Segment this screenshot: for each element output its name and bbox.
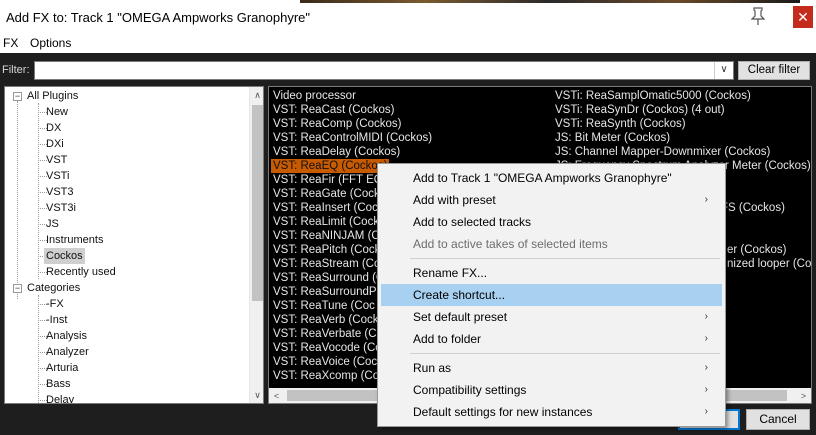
ctx-default-settings[interactable]: Default settings for new instances ›	[381, 401, 722, 423]
menu-fx[interactable]: FX	[3, 36, 18, 50]
tree-item-arturia[interactable]: Arturia	[46, 360, 78, 376]
tree-item-vst[interactable]: VST	[46, 152, 67, 168]
list-item[interactable]: VST: ReaLimit (Cock	[273, 215, 379, 229]
list-item[interactable]: VST: ReaCast (Cockos)	[273, 103, 394, 117]
list-item[interactable]: VST: ReaVoice (Cock	[273, 355, 383, 369]
list-item[interactable]: VST: ReaGate (Cocko	[273, 187, 386, 201]
menu-separator	[410, 258, 720, 259]
ctx-add-to-track[interactable]: Add to Track 1 "OMEGA Ampworks Granophyr…	[381, 167, 722, 189]
tree-scroll-thumb[interactable]	[252, 105, 263, 301]
title-bar: Add FX to: Track 1 "OMEGA Ampworks Grano…	[0, 0, 816, 33]
submenu-arrow-icon: ›	[704, 362, 708, 373]
collapse-all-plugins-icon[interactable]: −	[13, 92, 22, 101]
menu-separator	[410, 353, 720, 354]
tree-group-categories[interactable]: Categories	[27, 280, 80, 296]
ctx-set-default-preset[interactable]: Set default preset ›	[381, 306, 722, 328]
tree-item-dx[interactable]: DX	[46, 120, 61, 136]
tree-item-cockos[interactable]: Cockos	[44, 248, 85, 264]
submenu-arrow-icon: ›	[704, 333, 708, 344]
list-item[interactable]: VST: ReaXcomp (Coc	[273, 369, 385, 383]
close-button[interactable]: ✕	[793, 6, 813, 28]
cancel-button[interactable]: Cancel	[746, 409, 810, 430]
scroll-right-arrow-icon[interactable]: >	[796, 388, 811, 403]
ctx-add-to-active-takes: Add to active takes of selected items	[413, 237, 608, 251]
category-tree[interactable]: − All Plugins New DX DXi VST VSTi VST3 V…	[4, 86, 264, 404]
collapse-categories-icon[interactable]: −	[13, 284, 22, 293]
scroll-left-arrow-icon[interactable]: <	[269, 388, 284, 403]
submenu-arrow-icon: ›	[704, 194, 708, 205]
scroll-up-arrow-icon[interactable]: ∧	[250, 87, 263, 103]
list-item[interactable]: VSTi: ReaSynth (Cockos)	[555, 117, 686, 131]
list-item[interactable]: VST: ReaDelay (Cockos)	[273, 145, 400, 159]
submenu-arrow-icon: ›	[704, 406, 708, 417]
list-item-partial[interactable]: FS (Cockos)	[721, 201, 785, 215]
pin-icon[interactable]	[750, 7, 767, 25]
ctx-run-as[interactable]: Run as ›	[381, 357, 722, 379]
ctx-rename-fx[interactable]: Rename FX...	[381, 262, 722, 284]
list-item[interactable]: VST: ReaTune (Coc	[273, 299, 375, 313]
tree-item-instruments[interactable]: Instruments	[46, 232, 103, 248]
ctx-add-to-selected-tracks[interactable]: Add to selected tracks	[381, 211, 722, 233]
list-item[interactable]: VST: ReaSurroundPa	[273, 285, 383, 299]
list-item[interactable]: VST: ReaInsert (Cock	[273, 201, 384, 215]
list-item-selected[interactable]: VST: ReaEQ (Cockos)	[271, 159, 390, 173]
ctx-add-to-folder[interactable]: Add to folder ›	[381, 328, 722, 350]
list-item[interactable]: VST: ReaSurround (Co	[273, 271, 391, 285]
tree-item-vst3i[interactable]: VST3i	[46, 200, 76, 216]
tree-item-recently-used[interactable]: Recently used	[46, 264, 116, 280]
list-item[interactable]: VST: ReaPitch (Cock	[273, 243, 380, 257]
list-item-partial[interactable]: er (Cockos)	[727, 243, 786, 257]
list-item[interactable]: VST: ReaVerb (Cock	[273, 313, 378, 327]
tree-item-inst[interactable]: -Inst	[46, 312, 67, 328]
submenu-arrow-icon: ›	[704, 311, 708, 322]
tree-item-analyzer[interactable]: Analyzer	[46, 344, 89, 360]
tree-group-all-plugins[interactable]: All Plugins	[27, 88, 78, 104]
tree-item-analysis[interactable]: Analysis	[46, 328, 87, 344]
context-menu: Add to Track 1 "OMEGA Ampworks Granophyr…	[377, 163, 726, 427]
tree-item-delay[interactable]: Delay	[46, 392, 74, 403]
ctx-add-with-preset[interactable]: Add with preset ›	[381, 189, 722, 211]
list-item[interactable]: VST: ReaVocode (Co	[273, 341, 382, 355]
tree-item-vsti[interactable]: VSTi	[46, 168, 69, 184]
list-item[interactable]: JS: Channel Mapper-Downmixer (Cockos)	[555, 145, 770, 159]
list-item[interactable]: VSTi: ReaSamplOmatic5000 (Cockos)	[555, 89, 751, 103]
tree-item-fx[interactable]: -FX	[46, 296, 64, 312]
list-item[interactable]: VST: ReaStream (Co	[273, 257, 380, 271]
filter-input[interactable]	[34, 61, 734, 80]
scroll-down-arrow-icon[interactable]: ∨	[250, 387, 263, 403]
list-item[interactable]: VST: ReaComp (Cockos)	[273, 117, 401, 131]
ctx-compatibility-settings[interactable]: Compatibility settings ›	[381, 379, 722, 401]
list-item[interactable]: VST: ReaControlMIDI (Cockos)	[273, 131, 432, 145]
list-item[interactable]: VSTi: ReaSynDr (Cockos) (4 out)	[555, 103, 725, 117]
clear-filter-button[interactable]: Clear filter	[738, 61, 810, 80]
filter-dropdown-button[interactable]: ∨	[714, 62, 733, 79]
menu-options[interactable]: Options	[30, 36, 71, 50]
list-item-partial[interactable]: nized looper (Cock	[727, 257, 811, 271]
list-item[interactable]: Video processor	[273, 89, 356, 103]
list-item[interactable]: VST: ReaNINJAM (Co	[273, 229, 386, 243]
tree-item-bass[interactable]: Bass	[46, 376, 70, 392]
tree-item-dxi[interactable]: DXi	[46, 136, 64, 152]
submenu-arrow-icon: ›	[704, 384, 708, 395]
filter-label: Filter:	[2, 64, 30, 76]
list-item[interactable]: VST: ReaFir (FFT EQ+	[273, 173, 389, 187]
window-title: Add FX to: Track 1 "OMEGA Ampworks Grano…	[6, 10, 311, 25]
background-photo-strip	[300, 0, 800, 3]
ctx-create-shortcut[interactable]: Create shortcut...	[381, 284, 722, 306]
tree-item-js[interactable]: JS	[46, 216, 59, 232]
tree-scrollbar[interactable]: ∧ ∨	[249, 87, 263, 403]
tree-item-new[interactable]: New	[46, 104, 68, 120]
menu-bar: FX Options	[0, 33, 816, 53]
tree-item-vst3[interactable]: VST3	[46, 184, 74, 200]
list-item[interactable]: VST: ReaVerbate (Co	[273, 327, 383, 341]
list-item[interactable]: JS: Bit Meter (Cockos)	[555, 131, 670, 145]
